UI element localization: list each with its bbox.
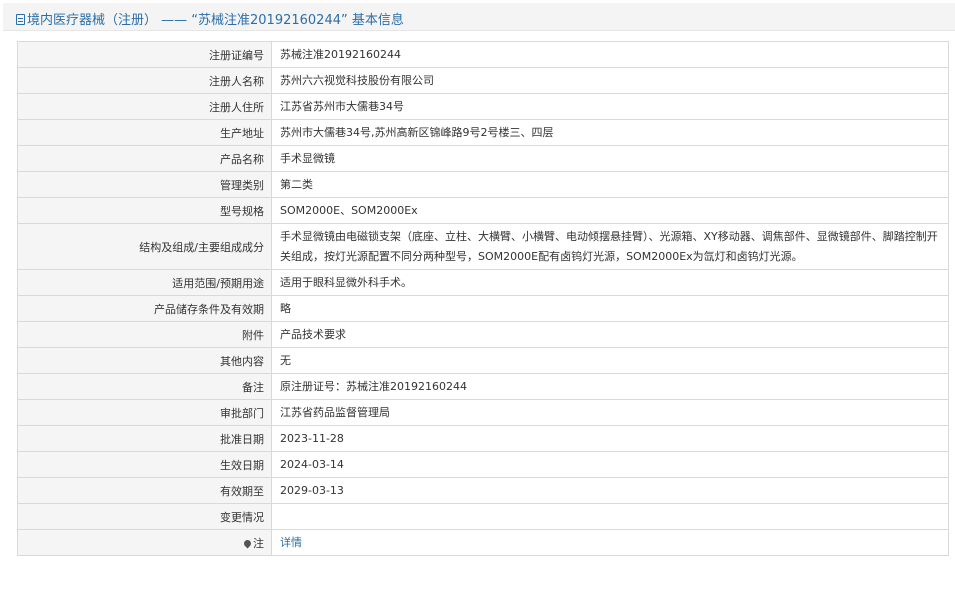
- table-row: 有效期至 2029-03-13: [17, 477, 949, 504]
- table-row: 管理类别 第二类: [17, 171, 949, 198]
- row-label: 批准日期: [17, 425, 272, 452]
- row-label: 注册人住所: [17, 93, 272, 120]
- row-value: 2023-11-28: [271, 425, 949, 452]
- row-value: 苏州市大儒巷34号,苏州高新区锦峰路9号2号楼三、四层: [271, 119, 949, 146]
- row-label: 其他内容: [17, 347, 272, 374]
- row-label: 管理类别: [17, 171, 272, 198]
- row-value: 适用于眼科显微外科手术。: [271, 269, 949, 296]
- table-row: 审批部门 江苏省药品监督管理局: [17, 399, 949, 426]
- table-row: 注册人名称 苏州六六视觉科技股份有限公司: [17, 67, 949, 94]
- row-value: 原注册证号：苏械注准20192160244: [271, 373, 949, 400]
- row-label: 注册证编号: [17, 41, 272, 68]
- table-row: 注册证编号 苏械注准20192160244: [17, 41, 949, 68]
- row-value: 手术显微镜由电磁锁支架（底座、立柱、大横臂、小横臂、电动倾摆悬挂臂）、光源箱、X…: [271, 223, 949, 270]
- table-row: 生产地址 苏州市大儒巷34号,苏州高新区锦峰路9号2号楼三、四层: [17, 119, 949, 146]
- row-label: 适用范围/预期用途: [17, 269, 272, 296]
- row-value: 无: [271, 347, 949, 374]
- row-label: 有效期至: [17, 477, 272, 504]
- row-label: 产品名称: [17, 145, 272, 172]
- pin-icon: [242, 538, 253, 548]
- table-row: 其他内容 无: [17, 347, 949, 374]
- table-row-note: 注 详情: [17, 529, 949, 556]
- table-row: 产品储存条件及有效期 略: [17, 295, 949, 322]
- table-row: 批准日期 2023-11-28: [17, 425, 949, 452]
- row-label: 结构及组成/主要组成成分: [17, 223, 272, 270]
- row-label: 变更情况: [17, 503, 272, 530]
- row-value: 第二类: [271, 171, 949, 198]
- row-value: 手术显微镜: [271, 145, 949, 172]
- table-row: 生效日期 2024-03-14: [17, 451, 949, 478]
- row-value: [271, 503, 949, 530]
- note-label: 注: [253, 536, 264, 550]
- table-row: 备注 原注册证号：苏械注准20192160244: [17, 373, 949, 400]
- page-header: 境内医疗器械（注册） —— “苏械注准20192160244” 基本信息: [3, 3, 955, 31]
- row-label: 附件: [17, 321, 272, 348]
- page-title: 境内医疗器械（注册） —— “苏械注准20192160244” 基本信息: [16, 9, 404, 28]
- row-label: 产品储存条件及有效期: [17, 295, 272, 322]
- info-table: 注册证编号 苏械注准20192160244 注册人名称 苏州六六视觉科技股份有限…: [17, 41, 949, 556]
- table-row: 注册人住所 江苏省苏州市大儒巷34号: [17, 93, 949, 120]
- row-value: 江苏省苏州市大儒巷34号: [271, 93, 949, 120]
- row-value: 略: [271, 295, 949, 322]
- row-label: 注册人名称: [17, 67, 272, 94]
- detail-link[interactable]: 详情: [280, 536, 302, 549]
- table-row: 附件 产品技术要求: [17, 321, 949, 348]
- row-label: 型号规格: [17, 197, 272, 224]
- table-row: 型号规格 SOM2000E、SOM2000Ex: [17, 197, 949, 224]
- row-value: 苏州六六视觉科技股份有限公司: [271, 67, 949, 94]
- row-label: 生产地址: [17, 119, 272, 146]
- row-value: 2024-03-14: [271, 451, 949, 478]
- row-value: 江苏省药品监督管理局: [271, 399, 949, 426]
- row-label: 生效日期: [17, 451, 272, 478]
- note-label-cell: 注: [17, 529, 272, 556]
- row-value: SOM2000E、SOM2000Ex: [271, 197, 949, 224]
- table-row: 结构及组成/主要组成成分 手术显微镜由电磁锁支架（底座、立柱、大横臂、小横臂、电…: [17, 223, 949, 270]
- row-label: 审批部门: [17, 399, 272, 426]
- page-title-text: 境内医疗器械（注册） —— “苏械注准20192160244” 基本信息: [27, 13, 404, 28]
- table-row: 产品名称 手术显微镜: [17, 145, 949, 172]
- row-value: 2029-03-13: [271, 477, 949, 504]
- document-icon: [16, 14, 25, 25]
- row-value: 产品技术要求: [271, 321, 949, 348]
- table-row: 变更情况: [17, 503, 949, 530]
- row-label: 备注: [17, 373, 272, 400]
- row-value: 苏械注准20192160244: [271, 41, 949, 68]
- table-row: 适用范围/预期用途 适用于眼科显微外科手术。: [17, 269, 949, 296]
- info-panel: 注册证编号 苏械注准20192160244 注册人名称 苏州六六视觉科技股份有限…: [3, 31, 955, 589]
- note-value-cell: 详情: [271, 529, 949, 556]
